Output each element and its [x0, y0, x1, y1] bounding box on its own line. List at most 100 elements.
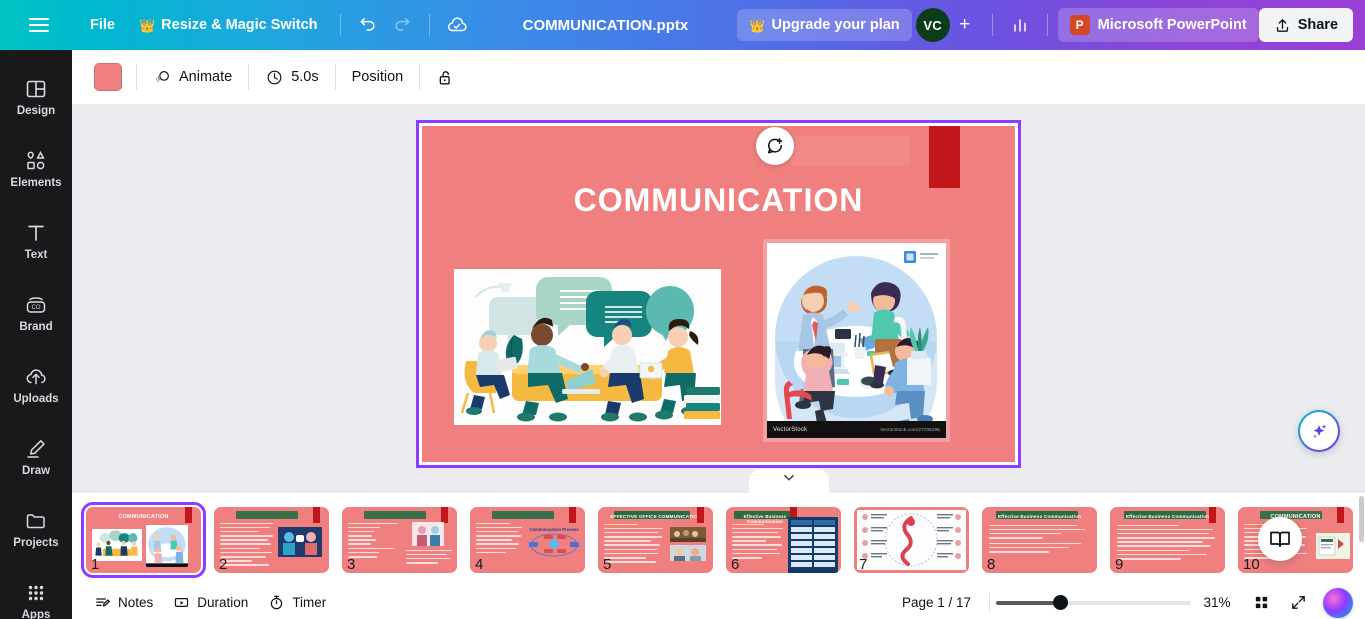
- sidebar-item-label-elements: Elements: [10, 176, 62, 189]
- position-button[interactable]: Position: [340, 60, 416, 94]
- lock-button[interactable]: [424, 60, 467, 94]
- slide-image-team-meeting[interactable]: [454, 269, 721, 425]
- color-swatch[interactable]: [94, 63, 122, 91]
- sidebar-item-label-text: Text: [24, 248, 48, 261]
- sidebar-item-draw[interactable]: Draw: [4, 424, 68, 490]
- upgrade-plan-button[interactable]: 👑 Upgrade your plan: [737, 9, 912, 41]
- file-menu-button[interactable]: File: [78, 9, 127, 41]
- thumbnail-strip-scrollbar[interactable]: [1358, 496, 1365, 580]
- hamburger-icon[interactable]: [16, 0, 62, 50]
- canvas-workspace[interactable]: COMMUNICATION VectorStock VectorStock.co…: [72, 105, 1365, 493]
- duration-bottom-button[interactable]: Duration: [163, 589, 258, 617]
- duration-button[interactable]: 5.0s: [253, 60, 330, 94]
- sidebar-item-brand[interactable]: CO Brand: [4, 280, 68, 346]
- thumb-photo-1: [670, 526, 706, 542]
- thumbnail-title-8: Effective Business Communication: [997, 513, 1082, 519]
- vectorstock-credit: VectorStock.com/27706295: [880, 427, 940, 432]
- timer-label: Timer: [292, 595, 327, 610]
- powerpoint-mode-label: Microsoft PowerPoint: [1097, 17, 1247, 33]
- thumbnail-slide-4[interactable]: Communication Process 4: [470, 506, 585, 573]
- pencil-draw-icon: [27, 439, 45, 458]
- thumbnail-slide-3[interactable]: 3: [342, 506, 457, 573]
- thumb-accent-bar: [1209, 506, 1216, 523]
- thumb-image: [1316, 532, 1350, 559]
- thumbnail-number-4: 4: [475, 555, 484, 573]
- thumbnail-slide-6[interactable]: Effective Business Communication 6: [726, 506, 841, 573]
- magic-studio-button[interactable]: [1298, 410, 1340, 452]
- thumb-diagram: Communication Process: [528, 525, 580, 561]
- bar-chart-icon[interactable]: [1003, 8, 1037, 42]
- slide-accent-bar: [929, 126, 960, 188]
- magic-sparkle-icon: [1313, 424, 1327, 438]
- thumbnail-number-8: 8: [987, 555, 996, 573]
- text-t-icon: [28, 225, 44, 241]
- thumb-table: [788, 516, 838, 573]
- crown-icon-upgrade: 👑: [749, 17, 766, 33]
- redo-icon[interactable]: [385, 8, 419, 42]
- open-notes-button[interactable]: [1258, 517, 1302, 561]
- avatar[interactable]: VC: [915, 8, 950, 42]
- zoom-slider[interactable]: [996, 595, 1191, 611]
- thumb-accent-bar: [441, 506, 448, 523]
- zoom-percentage[interactable]: 31%: [1191, 595, 1243, 610]
- cloud-saved-icon[interactable]: [440, 8, 474, 42]
- layout-design-icon: [26, 80, 46, 98]
- timer-button[interactable]: Timer: [258, 589, 336, 617]
- thumbnail-slide-8[interactable]: Effective Business Communication 8: [982, 506, 1097, 573]
- thumb-text-lines: [476, 522, 524, 557]
- ai-brain-icon[interactable]: [1323, 587, 1353, 618]
- thumbnail-number-3: 3: [347, 555, 356, 573]
- fullscreen-button[interactable]: [1280, 589, 1317, 617]
- thumb-accent-bar: [313, 506, 320, 523]
- share-button[interactable]: Share: [1258, 8, 1354, 42]
- add-collaborator-button[interactable]: +: [952, 10, 978, 40]
- header-divider-3: [991, 14, 993, 36]
- slide-selection-frame[interactable]: COMMUNICATION VectorStock VectorStock.co…: [416, 120, 1021, 468]
- thumb-image-right: [146, 524, 188, 567]
- toolbar-divider-1: [136, 64, 137, 90]
- thumb-accent-bar: [569, 506, 576, 523]
- thumbnail-slide-5[interactable]: EFFECTIVE OFFICE COMMUNICATION 5: [598, 506, 713, 573]
- thumbnail-slide-2[interactable]: 2: [214, 506, 329, 573]
- position-label: Position: [351, 69, 404, 85]
- add-comment-button[interactable]: [756, 127, 794, 165]
- brand-icon: CO: [26, 297, 46, 313]
- animate-button[interactable]: Animate: [141, 60, 244, 94]
- grid-view-button[interactable]: [1243, 589, 1280, 617]
- upload-cloud-icon: [26, 369, 46, 384]
- sidebar-item-label-uploads: Uploads: [13, 392, 59, 405]
- thumbnail-slide-7[interactable]: 7: [854, 506, 969, 573]
- sidebar-item-text[interactable]: Text: [4, 208, 68, 274]
- selection-toolbar: Animate 5.0s Position: [72, 50, 1365, 105]
- thumbnail-title-5: EFFECTIVE OFFICE COMMUNICATION: [610, 513, 701, 519]
- sidebar-item-uploads[interactable]: Uploads: [4, 352, 68, 418]
- collapse-panel-handle[interactable]: [749, 469, 829, 493]
- thumb-text-lines: [220, 522, 274, 569]
- thumbnail-number-1: 1: [91, 555, 100, 573]
- sidebar-item-elements[interactable]: Elements: [4, 136, 68, 202]
- sidebar-item-apps[interactable]: Apps: [4, 568, 68, 619]
- slide-image-vectorstock-office[interactable]: VectorStock VectorStock.com/27706295: [763, 239, 950, 442]
- notes-button[interactable]: Notes: [84, 589, 163, 617]
- folder-projects-icon: [26, 514, 45, 528]
- open-book-icon: [1270, 531, 1290, 547]
- thumb-text-lines-2: [406, 549, 452, 567]
- undo-icon[interactable]: [351, 8, 385, 42]
- sidebar-item-design[interactable]: Design: [4, 64, 68, 130]
- slide-canvas[interactable]: COMMUNICATION VectorStock VectorStock.co…: [422, 126, 1015, 462]
- slide-thumbnail-strip[interactable]: COMMUNICATION 1 2 3 Communication Proces…: [72, 493, 1365, 586]
- sidebar-item-projects[interactable]: Projects: [4, 496, 68, 562]
- powerpoint-mode-chip[interactable]: P Microsoft PowerPoint: [1057, 8, 1259, 42]
- thumbnail-number-10: 10: [1243, 555, 1260, 573]
- zoom-slider-knob[interactable]: [1052, 595, 1068, 610]
- document-title[interactable]: COMMUNICATION.pptx: [511, 11, 701, 40]
- thumbnail-slide-1[interactable]: COMMUNICATION 1: [81, 501, 206, 578]
- clock-icon: [267, 70, 282, 84]
- powerpoint-logo-icon: P: [1069, 15, 1090, 35]
- thumbnail-slide-9[interactable]: Effective Business Communication 9: [1110, 506, 1225, 573]
- grid-view-icon: [1255, 596, 1268, 609]
- file-menu-label: File: [90, 17, 115, 33]
- upgrade-plan-label: Upgrade your plan: [771, 17, 900, 33]
- resize-magic-switch-button[interactable]: 👑 Resize & Magic Switch: [127, 9, 330, 41]
- slide-title-text[interactable]: COMMUNICATION: [422, 182, 1015, 219]
